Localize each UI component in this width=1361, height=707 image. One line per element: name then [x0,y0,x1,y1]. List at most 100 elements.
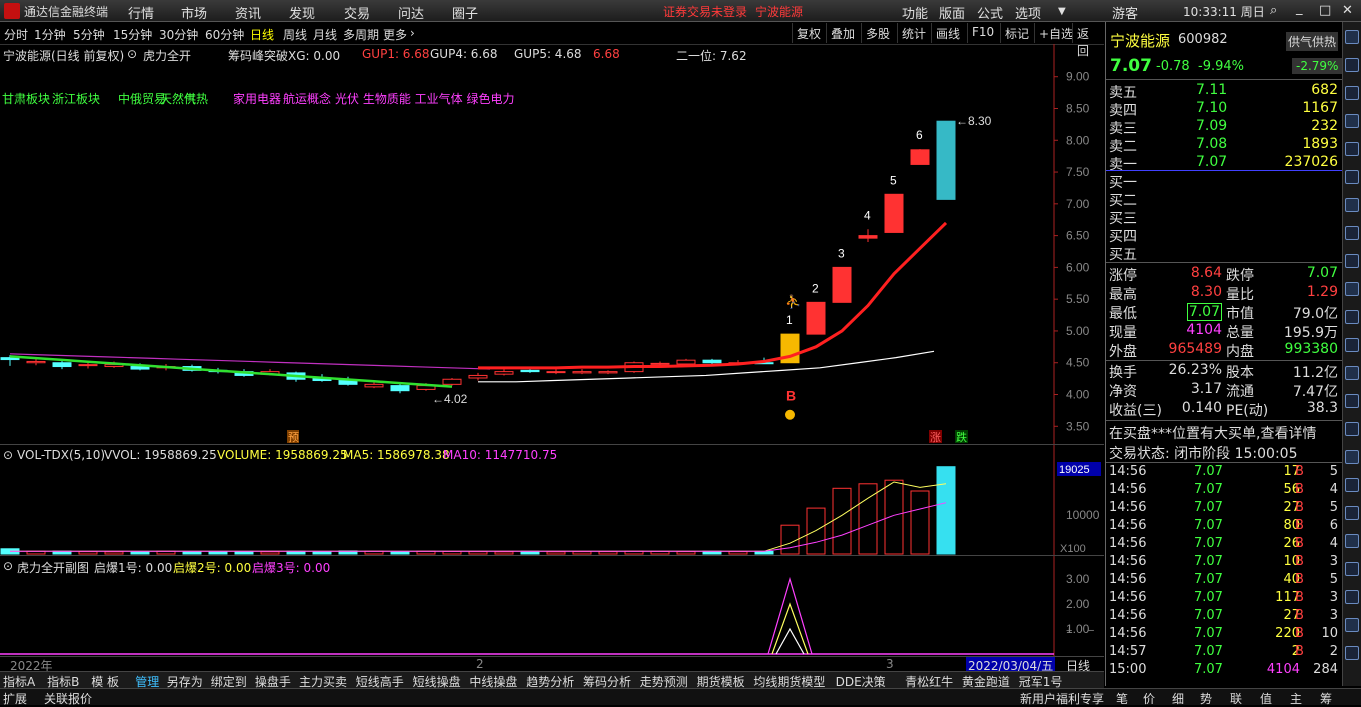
tab-period-60m[interactable]: 60分钟 [205,26,244,43]
tick-time: 14:57 [1109,644,1147,659]
sub-icon[interactable]: ⊙ [3,559,13,573]
filter-icon[interactable] [1345,394,1359,408]
power-icon[interactable] [1345,618,1359,632]
candle-body [572,371,592,374]
menu-faxian[interactable]: 发现 [289,3,315,22]
more-arrow-icon[interactable]: › [410,26,415,40]
minimize-icon[interactable]: _ [1296,1,1303,16]
tab-kuozhan[interactable]: 扩展 [3,690,27,707]
tool-duogu[interactable]: 多股 [861,23,894,43]
compare-icon[interactable] [1345,338,1359,352]
menu-jiaoyi[interactable]: 交易 [344,3,370,22]
tab-period-fenshi[interactable]: 分时 [4,26,28,43]
bid-row[interactable]: 买三 [1106,208,1342,227]
nav-icon[interactable] [1345,562,1359,576]
tab-period-month[interactable]: 月线 [313,26,337,43]
menu-gongneng[interactable]: 功能 [902,3,928,22]
zoom-icon[interactable] [1345,310,1359,324]
tab-bi[interactable]: 笔 [1116,690,1128,707]
trend-icon[interactable] [1345,114,1359,128]
tool-fanhui[interactable]: 返回 [1072,23,1104,58]
arrow-icon[interactable] [1345,422,1359,436]
maximize-icon[interactable]: □ [1319,3,1331,18]
news-icon[interactable] [1345,254,1359,268]
tab-period-multi[interactable]: 多周期 [343,26,379,43]
menu-quanzi[interactable]: 圈子 [452,3,478,22]
promo-link[interactable]: 新用户福利专享 [1020,690,1104,707]
tool-zixuan[interactable]: +自选 [1034,23,1077,43]
ask-row[interactable]: 卖五 7.11 682 [1106,82,1342,101]
list-icon[interactable] [1345,58,1359,72]
menu-zixun[interactable]: 资讯 [235,3,261,22]
table-icon[interactable] [1345,170,1359,184]
hk-icon[interactable] [1345,226,1359,240]
scroll-icon[interactable] [1345,534,1359,548]
tool-tongji[interactable]: 统计 [897,23,930,43]
stock-link[interactable]: 宁波能源 [755,3,803,20]
tab-period-15m[interactable]: 15分钟 [113,26,152,43]
ask-row[interactable]: 卖三 7.09 232 [1106,118,1342,137]
tick-row: 14:56 7.07 117 B 3 [1106,590,1342,608]
menu-gongshi[interactable]: 公式 [977,3,1003,22]
home-icon[interactable] [1345,590,1359,604]
menu-wenda[interactable]: 问达 [398,3,424,22]
close-icon[interactable]: ✕ [1342,3,1353,18]
chart-area[interactable]: 宁波能源(日线 前复权) ⊙ 虎力全开 筹码峰突破XG: 0.00 GUP1: … [0,44,1104,674]
kline-icon[interactable] [1345,142,1359,156]
chart-icon[interactable] [1345,86,1359,100]
menu-hangqing[interactable]: 行情 [128,3,154,22]
tab-period-30m[interactable]: 30分钟 [159,26,198,43]
tool-f10[interactable]: F10 [967,23,998,43]
login-notice[interactable]: 证券交易未登录 [663,3,747,20]
menu-banmian[interactable]: 版面 [939,3,965,22]
calendar-icon[interactable] [1345,450,1359,464]
tab-zhu[interactable]: 主 [1290,690,1302,707]
tick-row: 14:56 7.07 220 B 10 [1106,626,1342,644]
formula-icon[interactable] [1345,282,1359,296]
exit-icon[interactable] [1345,646,1359,660]
tool-diejia[interactable]: 叠加 [826,23,859,43]
bigorder-message[interactable]: 在买盘***位置有大买单,查看详情 [1109,423,1316,443]
fund-icon[interactable] [1345,198,1359,212]
vol-icon[interactable]: ⊙ [3,448,13,462]
tab-period-week[interactable]: 周线 [283,26,307,43]
volume-bar [910,490,930,555]
bid-row[interactable]: 买四 [1106,226,1342,245]
expand-icon[interactable] [1345,30,1359,44]
ask-row[interactable]: 卖二 7.08 1893 [1106,136,1342,155]
bid-row[interactable]: 买五 [1106,244,1342,263]
rsi-icon[interactable] [1345,506,1359,520]
tab-lian[interactable]: 联 [1230,690,1242,707]
candle-body [832,266,852,303]
volume-bar [676,551,696,555]
menu-arrow-icon[interactable]: ▼ [1058,6,1066,17]
tab-period-5m[interactable]: 5分钟 [73,26,105,43]
tab-jia[interactable]: 价 [1143,690,1155,707]
menu-xuanxiang[interactable]: 选项 [1015,3,1041,22]
price-axis-label: 6.00 [1066,260,1090,274]
rank-icon[interactable] [1345,366,1359,380]
tool-huaxian[interactable]: 画线 [931,23,964,43]
bid-row[interactable]: 买一 [1106,172,1342,191]
tab-period-more[interactable]: 更多 [383,26,407,43]
tab-zhi[interactable]: 值 [1260,690,1272,707]
tab-period-day[interactable]: 日线 [250,26,274,43]
sub-name[interactable]: 虎力全开副图 [17,559,89,576]
user-label[interactable]: 游客 [1112,3,1138,22]
search-icon[interactable]: ⌕ [1270,3,1277,18]
tab-period-1m[interactable]: 1分钟 [34,26,66,43]
menu-shichang[interactable]: 市场 [181,3,207,22]
tab-guanlian[interactable]: 关联报价 [44,690,92,707]
tick-count: 5 [1329,500,1338,515]
sector-name[interactable]: 供气供热 [1286,32,1339,51]
notes-icon[interactable] [1345,478,1359,492]
tool-fuquan[interactable]: 复权 [792,23,825,43]
tab-xi[interactable]: 细 [1172,690,1184,707]
bid-row[interactable]: 买二 [1106,190,1342,209]
tab-shi[interactable]: 势 [1200,690,1212,707]
vol-axis-unit: X100 [1060,543,1086,555]
vol-name[interactable]: VOL-TDX(5,10) [17,448,105,462]
ask-row[interactable]: 卖四 7.10 1167 [1106,100,1342,119]
tab-chou[interactable]: 筹 [1320,690,1332,707]
tool-biaoji[interactable]: 标记 [1000,23,1033,43]
